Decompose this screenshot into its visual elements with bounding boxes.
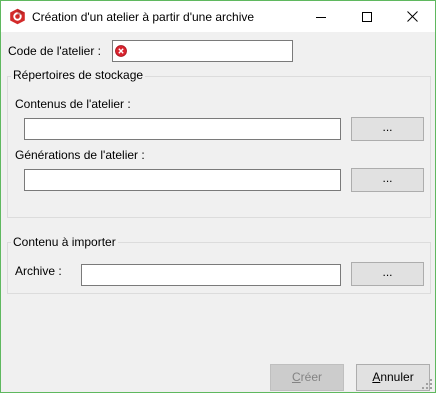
close-icon: [406, 11, 418, 22]
contents-browse-button[interactable]: ...: [351, 117, 424, 141]
generations-field[interactable]: [24, 169, 341, 191]
contents-field[interactable]: [24, 118, 341, 140]
archive-field[interactable]: [81, 264, 341, 286]
cancel-button[interactable]: Annuler: [356, 364, 430, 391]
maximize-button[interactable]: [344, 1, 390, 32]
workshop-code-field[interactable]: [112, 40, 293, 62]
create-button-label: réer: [300, 370, 322, 384]
error-icon: [115, 45, 127, 57]
minimize-button[interactable]: [298, 1, 344, 32]
workshop-code-input[interactable]: [113, 41, 292, 61]
contents-input[interactable]: [25, 119, 340, 139]
app-icon: [10, 8, 25, 25]
import-group-title: Contenu à importer: [11, 235, 118, 249]
create-button[interactable]: Créer: [270, 364, 344, 391]
title-bar: Création d'un atelier à partir d'une arc…: [1, 1, 435, 32]
cancel-button-label: nnuler: [380, 370, 414, 384]
maximize-icon: [362, 11, 372, 22]
minimize-icon: [316, 16, 326, 18]
archive-label: Archive :: [15, 264, 62, 278]
window-title: Création d'un atelier à partir d'une arc…: [32, 10, 255, 24]
generations-input[interactable]: [25, 170, 340, 190]
contents-label: Contenus de l'atelier :: [15, 97, 131, 111]
storage-group-title: Répertoires de stockage: [11, 68, 146, 82]
generations-browse-button[interactable]: ...: [351, 168, 424, 192]
archive-input[interactable]: [82, 265, 340, 285]
workshop-code-label: Code de l'atelier :: [8, 44, 102, 58]
archive-browse-button[interactable]: ...: [351, 262, 424, 286]
create-button-accel: C: [291, 370, 301, 384]
resize-grip-icon[interactable]: [421, 378, 433, 390]
close-button[interactable]: [389, 1, 435, 32]
dialog-window: Création d'un atelier à partir d'une arc…: [0, 0, 436, 393]
generations-label: Générations de l'atelier :: [15, 148, 145, 162]
